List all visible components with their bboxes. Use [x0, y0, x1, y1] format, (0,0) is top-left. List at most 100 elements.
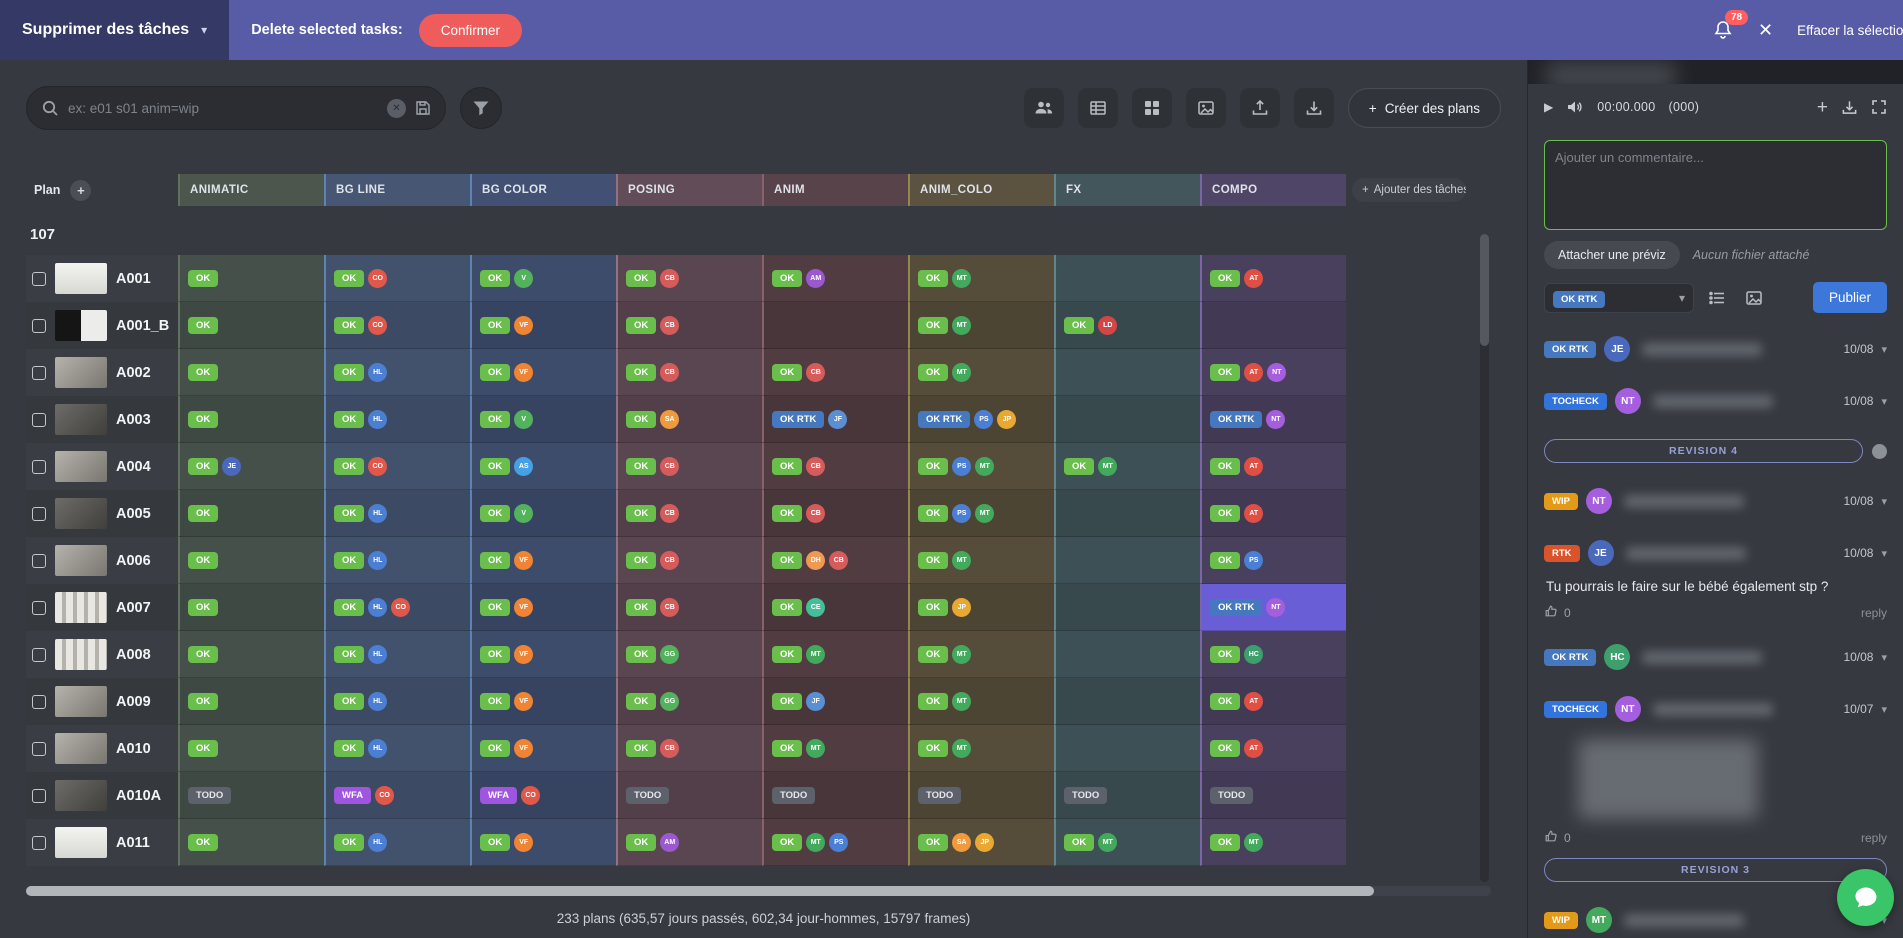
- task-cell-bgcolor[interactable]: OK VF: [470, 537, 616, 584]
- clear-selection-button[interactable]: Effacer la sélection: [1797, 23, 1903, 38]
- reply-button[interactable]: reply: [1861, 831, 1887, 845]
- shot-name[interactable]: A008: [116, 647, 151, 663]
- task-cell-compo[interactable]: OK AT: [1200, 255, 1346, 302]
- attach-preview-button[interactable]: Attacher une préviz: [1544, 241, 1680, 269]
- row-checkbox[interactable]: [32, 506, 46, 521]
- task-cell-anim_colo[interactable]: OK MT: [908, 631, 1054, 678]
- row-checkbox[interactable]: [32, 412, 46, 427]
- shot-name[interactable]: A004: [116, 459, 151, 475]
- row-checkbox[interactable]: [32, 553, 46, 568]
- task-cell-bgline[interactable]: OK HL: [324, 678, 470, 725]
- column-header-bgline[interactable]: BG LINE: [324, 174, 470, 206]
- task-cell-posing[interactable]: OK CB: [616, 725, 762, 772]
- task-cell-bgline[interactable]: OK HL: [324, 725, 470, 772]
- comment-header[interactable]: WIP MT ▾: [1544, 894, 1887, 938]
- attach-image-button[interactable]: [1740, 284, 1768, 312]
- comment-header[interactable]: TOCHECK NT 10/07 ▾: [1544, 683, 1887, 735]
- task-cell-anim_colo[interactable]: OK SA JP: [908, 819, 1054, 866]
- chevron-down-icon[interactable]: ▾: [1881, 395, 1887, 408]
- shot-thumbnail[interactable]: [55, 545, 107, 576]
- task-cell-compo[interactable]: OK AT: [1200, 490, 1346, 537]
- task-cell-bgcolor[interactable]: OK VF: [470, 678, 616, 725]
- row-checkbox[interactable]: [32, 788, 46, 803]
- task-cell-fx[interactable]: TODO: [1054, 772, 1200, 819]
- task-cell-compo[interactable]: OK AT: [1200, 725, 1346, 772]
- task-cell-bgline[interactable]: OK HL: [324, 819, 470, 866]
- search-input[interactable]: [68, 100, 378, 116]
- task-cell-posing[interactable]: OK CB: [616, 302, 762, 349]
- task-cell-posing[interactable]: OK CB: [616, 255, 762, 302]
- column-header-compo[interactable]: COMPO: [1200, 174, 1346, 206]
- task-cell-animatic[interactable]: OK: [178, 725, 324, 772]
- task-cell-animatic[interactable]: TODO: [178, 772, 324, 819]
- row-checkbox[interactable]: [32, 365, 46, 380]
- add-preview-icon[interactable]: +: [1817, 98, 1828, 117]
- row-checkbox[interactable]: [32, 741, 46, 756]
- task-cell-bgline[interactable]: OK HL: [324, 631, 470, 678]
- shot-thumbnail[interactable]: [55, 592, 107, 623]
- task-cell-posing[interactable]: OK AM: [616, 819, 762, 866]
- task-cell-fx[interactable]: [1054, 255, 1200, 302]
- task-cell-bgcolor[interactable]: OK VF: [470, 584, 616, 631]
- grid-view-button[interactable]: [1131, 88, 1172, 128]
- comment-header[interactable]: RTK JE 10/08 ▾: [1544, 527, 1887, 579]
- task-cell-compo[interactable]: OK MT: [1200, 819, 1346, 866]
- task-cell-bgline[interactable]: WFA CO: [324, 772, 470, 819]
- chat-widget-button[interactable]: [1837, 869, 1894, 926]
- shot-name[interactable]: A001: [116, 271, 151, 287]
- task-cell-posing[interactable]: OK CB: [616, 349, 762, 396]
- play-icon[interactable]: ▶: [1544, 100, 1553, 114]
- task-cell-anim[interactable]: OK CB: [762, 443, 908, 490]
- task-cell-fx[interactable]: [1054, 725, 1200, 772]
- task-cell-bgline[interactable]: OK HL: [324, 537, 470, 584]
- column-header-fx[interactable]: FX: [1054, 174, 1200, 206]
- shot-thumbnail[interactable]: [55, 780, 107, 811]
- task-cell-anim_colo[interactable]: OK PS MT: [908, 490, 1054, 537]
- task-cell-posing[interactable]: OK SA: [616, 396, 762, 443]
- task-cell-animatic[interactable]: OK: [178, 537, 324, 584]
- task-cell-bgline[interactable]: OK CO: [324, 443, 470, 490]
- shot-name[interactable]: A002: [116, 365, 151, 381]
- task-cell-animatic[interactable]: OK: [178, 631, 324, 678]
- task-cell-animatic[interactable]: OK: [178, 396, 324, 443]
- close-icon[interactable]: ✕: [1758, 20, 1773, 41]
- create-shots-button[interactable]: + Créer des plans: [1347, 88, 1501, 128]
- row-checkbox[interactable]: [32, 600, 46, 615]
- publish-button[interactable]: Publier: [1812, 282, 1887, 313]
- task-cell-fx[interactable]: [1054, 537, 1200, 584]
- task-cell-bgcolor[interactable]: OK VF: [470, 819, 616, 866]
- add-shot-button[interactable]: +: [70, 179, 92, 201]
- task-cell-bgcolor[interactable]: OK VF: [470, 302, 616, 349]
- task-cell-compo[interactable]: [1200, 302, 1346, 349]
- task-cell-fx[interactable]: [1054, 396, 1200, 443]
- revision-label[interactable]: REVISION 4: [1544, 439, 1863, 463]
- task-cell-bgcolor[interactable]: OK V: [470, 255, 616, 302]
- shot-thumbnail[interactable]: [55, 827, 107, 858]
- shot-name[interactable]: A010: [116, 741, 151, 757]
- task-cell-bgcolor[interactable]: OK VF: [470, 725, 616, 772]
- task-type-selector[interactable]: Supprimer des tâches ▾: [0, 0, 230, 60]
- export-button[interactable]: [1293, 88, 1334, 128]
- task-cell-anim[interactable]: OK CE: [762, 584, 908, 631]
- task-cell-posing[interactable]: OK CB: [616, 443, 762, 490]
- column-header-bgcolor[interactable]: BG COLOR: [470, 174, 616, 206]
- chevron-down-icon[interactable]: ▾: [1881, 651, 1887, 664]
- thumbnails-button[interactable]: [1185, 88, 1226, 128]
- import-button[interactable]: [1239, 88, 1280, 128]
- task-cell-anim[interactable]: TODO: [762, 772, 908, 819]
- shot-thumbnail[interactable]: [55, 357, 107, 388]
- task-cell-fx[interactable]: [1054, 678, 1200, 725]
- task-cell-bgline[interactable]: OK CO: [324, 255, 470, 302]
- comment-header[interactable]: TOCHECK NT 10/08 ▾: [1544, 375, 1887, 427]
- task-cell-animatic[interactable]: OK: [178, 349, 324, 396]
- task-cell-animatic[interactable]: OK: [178, 819, 324, 866]
- column-header-anim[interactable]: ANIM: [762, 174, 908, 206]
- task-cell-bgline[interactable]: OK HL: [324, 349, 470, 396]
- task-cell-anim[interactable]: OK CB: [762, 349, 908, 396]
- horizontal-scrollbar-thumb[interactable]: [26, 886, 1374, 896]
- row-checkbox[interactable]: [32, 835, 46, 850]
- chevron-down-icon[interactable]: ▾: [1881, 547, 1887, 560]
- task-cell-posing[interactable]: OK CB: [616, 537, 762, 584]
- chevron-down-icon[interactable]: ▾: [1881, 703, 1887, 716]
- volume-icon[interactable]: [1566, 98, 1584, 116]
